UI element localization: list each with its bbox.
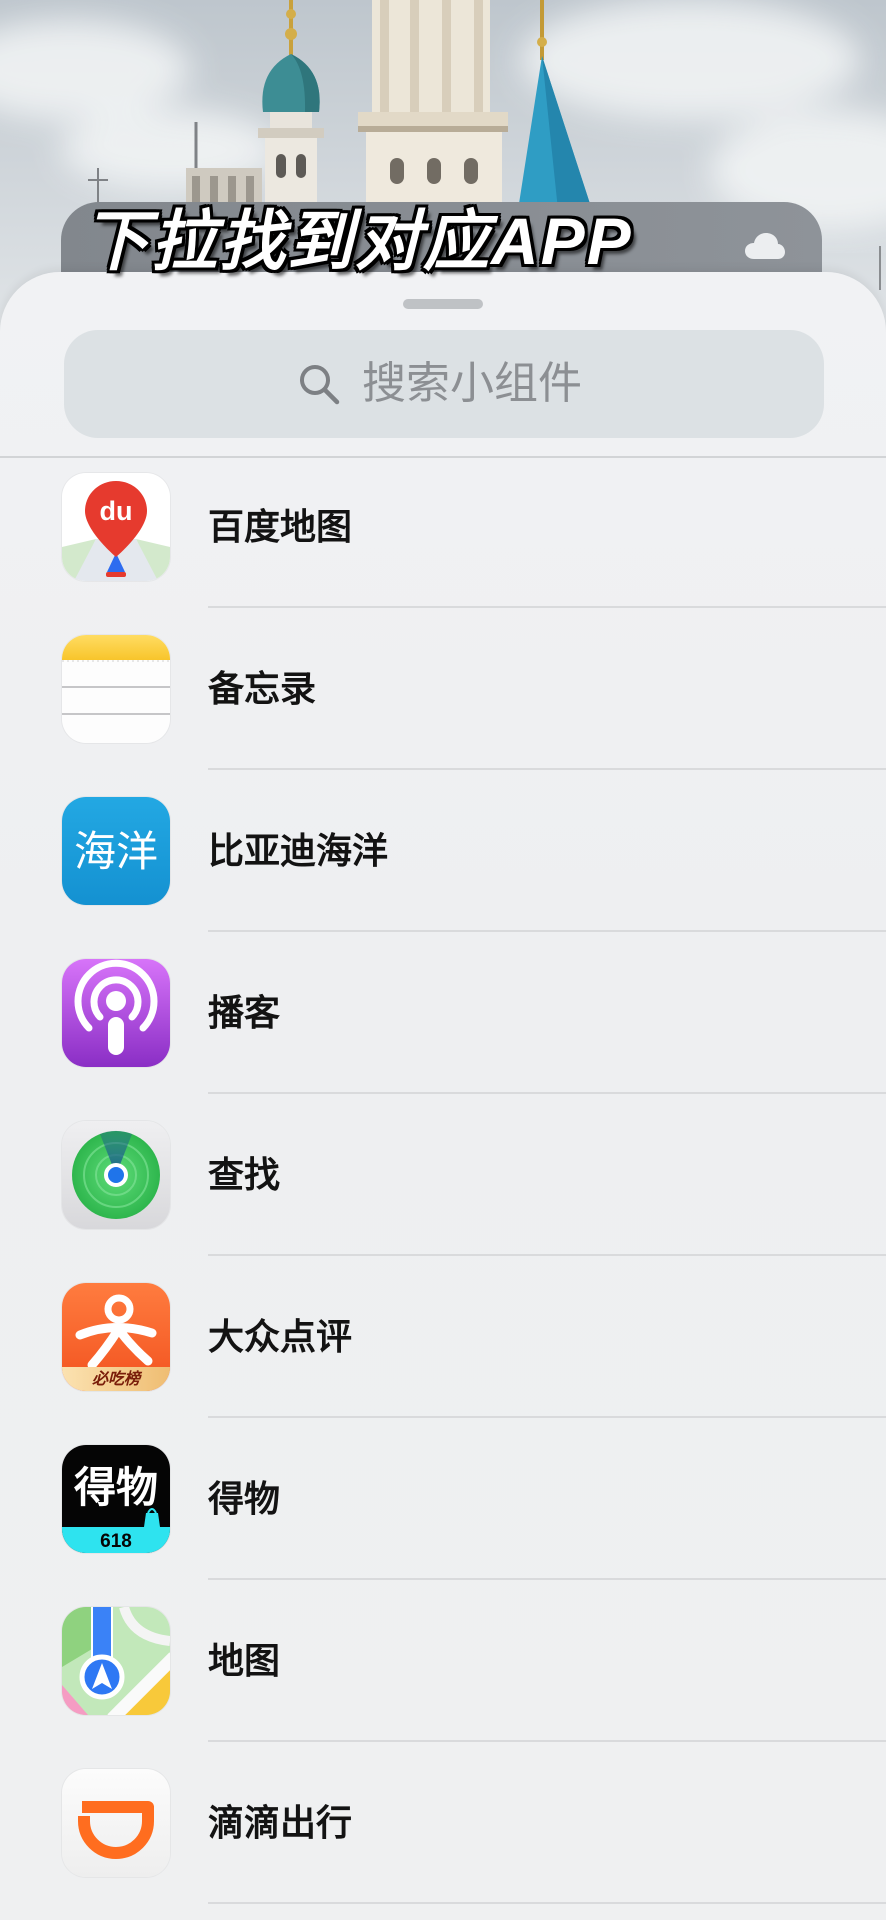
- find-my-icon: [62, 1121, 170, 1229]
- dewu-icon: 得物 618: [62, 1445, 170, 1553]
- app-row-dianping[interactable]: 必吃榜 大众点评: [0, 1256, 886, 1418]
- app-row-dewu[interactable]: 得物 618 得物: [0, 1418, 886, 1580]
- app-row-didi[interactable]: 滴滴出行: [0, 1742, 886, 1904]
- video-caption: 下拉找到对应APP: [83, 204, 633, 278]
- app-label: 滴滴出行: [208, 1802, 353, 1843]
- app-row-apple-maps[interactable]: 地图: [0, 1580, 886, 1742]
- app-row-baidu-maps[interactable]: du 百度地图: [0, 446, 886, 608]
- cloud-icon: [745, 233, 785, 259]
- app-row-notes[interactable]: 备忘录: [0, 608, 886, 770]
- app-label: 比亚迪海洋: [208, 830, 389, 871]
- central-minaret: [358, 0, 508, 218]
- row-separator: [208, 1902, 886, 1904]
- app-label: 播客: [208, 992, 281, 1033]
- baidu-maps-icon: du: [62, 473, 170, 581]
- search-bar[interactable]: [64, 330, 824, 438]
- podcasts-icon: [62, 959, 170, 1067]
- byd-ocean-icon: 海洋: [62, 797, 170, 905]
- app-label: 查找: [208, 1154, 281, 1195]
- app-label: 大众点评: [208, 1316, 353, 1357]
- app-label: 地图: [208, 1640, 281, 1681]
- icon-lettering: du: [100, 496, 133, 526]
- app-label: 百度地图: [208, 506, 353, 547]
- app-label: 备忘录: [208, 668, 317, 709]
- sheet-grabber[interactable]: [403, 299, 483, 309]
- icon-lettering: 必吃榜: [92, 1370, 143, 1388]
- app-row-byd-ocean[interactable]: 海洋 比亚迪海洋: [0, 770, 886, 932]
- didi-icon: [62, 1769, 170, 1877]
- apple-maps-icon: [62, 1607, 170, 1715]
- icon-lettering: 海洋: [74, 828, 158, 875]
- search-icon: [300, 365, 340, 405]
- app-row-find-my[interactable]: 查找: [0, 1094, 886, 1256]
- search-input[interactable]: [362, 359, 590, 409]
- icon-lettering: 得物: [74, 1464, 158, 1511]
- app-list: du 百度地图 备忘录 海洋 比亚迪海洋 播客 查找 必吃榜 大众点评 得物 6…: [0, 446, 886, 1904]
- icon-badge: 618: [100, 1531, 132, 1552]
- dianping-icon: 必吃榜: [62, 1283, 170, 1391]
- app-label: 得物: [208, 1478, 281, 1519]
- widget-gallery-sheet: du 百度地图: [0, 272, 886, 1920]
- app-row-podcasts[interactable]: 播客: [0, 932, 886, 1094]
- notes-icon: [62, 635, 170, 743]
